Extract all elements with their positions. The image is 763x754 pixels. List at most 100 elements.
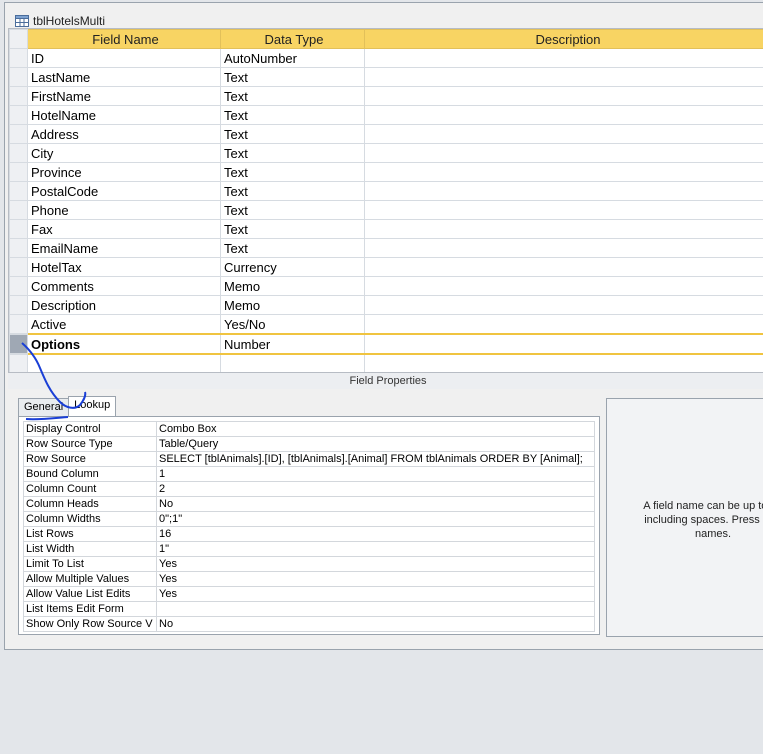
field-row[interactable]: Comments Memo	[9, 276, 763, 296]
data-type-cell[interactable]: Memo	[220, 295, 365, 315]
row-selector[interactable]	[9, 353, 28, 374]
data-type-cell[interactable]: Text	[220, 143, 365, 163]
property-value[interactable]: Yes	[156, 571, 595, 587]
field-name-cell[interactable]: City	[27, 143, 221, 163]
data-type-cell[interactable]: Text	[220, 238, 365, 258]
field-row[interactable]: Fax Text	[9, 219, 763, 239]
row-selector[interactable]	[9, 295, 28, 315]
row-selector[interactable]	[9, 238, 28, 258]
field-name-cell[interactable]: Options	[27, 333, 221, 355]
field-row[interactable]: Address Text	[9, 124, 763, 144]
row-selector[interactable]	[9, 257, 28, 277]
data-type-cell[interactable]: Text	[220, 124, 365, 144]
description-cell[interactable]	[364, 219, 763, 239]
data-type-cell[interactable]: Yes/No	[220, 314, 365, 335]
description-cell[interactable]	[364, 162, 763, 182]
data-type-cell[interactable]: Text	[220, 200, 365, 220]
row-selector[interactable]	[9, 48, 28, 68]
field-row[interactable]: PostalCode Text	[9, 181, 763, 201]
field-row[interactable]: Phone Text	[9, 200, 763, 220]
description-cell[interactable]	[364, 353, 763, 374]
description-cell[interactable]	[364, 143, 763, 163]
field-name-cell[interactable]: EmailName	[27, 238, 221, 258]
property-value[interactable]: 16	[156, 526, 595, 542]
description-cell[interactable]	[364, 257, 763, 277]
row-selector[interactable]	[9, 143, 28, 163]
field-name-cell[interactable]: HotelTax	[27, 257, 221, 277]
tab-lookup[interactable]: Lookup	[68, 396, 117, 416]
data-type-cell[interactable]: Memo	[220, 276, 365, 296]
field-row[interactable]: City Text	[9, 143, 763, 163]
property-value[interactable]: Table/Query	[156, 436, 595, 452]
property-value[interactable]: Combo Box	[156, 421, 595, 437]
row-selector[interactable]	[9, 105, 28, 125]
field-row[interactable]: Description Memo	[9, 295, 763, 315]
field-name-cell[interactable]: HotelName	[27, 105, 221, 125]
field-name-cell[interactable]: LastName	[27, 67, 221, 87]
field-row[interactable]: FirstName Text	[9, 86, 763, 106]
row-selector[interactable]	[9, 162, 28, 182]
field-name-cell[interactable]: ID	[27, 48, 221, 68]
row-selector[interactable]	[9, 67, 28, 87]
row-selector[interactable]	[9, 124, 28, 144]
description-cell[interactable]	[364, 181, 763, 201]
property-value[interactable]: 1"	[156, 541, 595, 557]
field-row[interactable]: EmailName Text	[9, 238, 763, 258]
field-row[interactable]: ID AutoNumber	[9, 48, 763, 68]
field-row[interactable]: LastName Text	[9, 67, 763, 87]
description-cell[interactable]	[364, 48, 763, 68]
row-selector[interactable]	[9, 314, 28, 335]
description-cell[interactable]	[364, 295, 763, 315]
field-name-cell[interactable]: Description	[27, 295, 221, 315]
property-value[interactable]: 1	[156, 466, 595, 482]
description-cell[interactable]	[364, 124, 763, 144]
select-all-corner[interactable]	[9, 29, 28, 49]
description-cell[interactable]	[364, 86, 763, 106]
property-value[interactable]: No	[156, 616, 595, 632]
field-name-cell[interactable]	[27, 353, 221, 374]
field-row[interactable]: HotelName Text	[9, 105, 763, 125]
row-selector[interactable]	[9, 219, 28, 239]
row-selector[interactable]	[9, 181, 28, 201]
description-cell[interactable]	[364, 105, 763, 125]
field-name-cell[interactable]: PostalCode	[27, 181, 221, 201]
description-cell[interactable]	[364, 333, 763, 355]
field-name-cell[interactable]: Fax	[27, 219, 221, 239]
property-value[interactable]: 0";1"	[156, 511, 595, 527]
property-value[interactable]: No	[156, 496, 595, 512]
field-row[interactable]: Options Number	[9, 333, 763, 355]
data-type-cell[interactable]: Number	[220, 333, 365, 355]
new-field-row[interactable]	[9, 353, 763, 374]
description-cell[interactable]	[364, 67, 763, 87]
property-value[interactable]: Yes	[156, 556, 595, 572]
field-name-cell[interactable]: Province	[27, 162, 221, 182]
description-cell[interactable]	[364, 276, 763, 296]
field-name-cell[interactable]: Active	[27, 314, 221, 335]
row-selector[interactable]	[9, 86, 28, 106]
data-type-cell[interactable]: AutoNumber	[220, 48, 365, 68]
property-value[interactable]: 2	[156, 481, 595, 497]
property-value[interactable]: Yes	[156, 586, 595, 602]
row-selector[interactable]	[9, 200, 28, 220]
row-selector[interactable]	[9, 333, 28, 355]
field-row[interactable]: HotelTax Currency	[9, 257, 763, 277]
field-name-cell[interactable]: Phone	[27, 200, 221, 220]
data-type-cell[interactable]: Text	[220, 86, 365, 106]
field-name-cell[interactable]: Comments	[27, 276, 221, 296]
field-row[interactable]: Province Text	[9, 162, 763, 182]
data-type-cell[interactable]: Text	[220, 162, 365, 182]
tab-general[interactable]: General	[18, 398, 70, 418]
property-value[interactable]: SELECT [tblAnimals].[ID], [tblAnimals].[…	[156, 451, 595, 467]
data-type-cell[interactable]: Text	[220, 67, 365, 87]
data-type-cell[interactable]: Text	[220, 181, 365, 201]
data-type-cell[interactable]	[220, 353, 365, 374]
data-type-cell[interactable]: Text	[220, 105, 365, 125]
description-cell[interactable]	[364, 238, 763, 258]
data-type-cell[interactable]: Text	[220, 219, 365, 239]
description-cell[interactable]	[364, 200, 763, 220]
field-row[interactable]: Active Yes/No	[9, 314, 763, 335]
field-name-cell[interactable]: FirstName	[27, 86, 221, 106]
description-cell[interactable]	[364, 314, 763, 335]
field-name-cell[interactable]: Address	[27, 124, 221, 144]
property-value[interactable]	[156, 601, 595, 617]
